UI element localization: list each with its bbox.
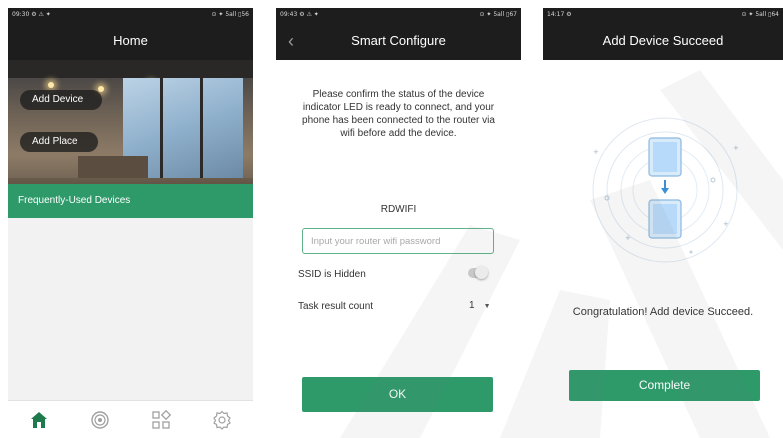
status-bar: 09:43 ⚙ ⚠ ✦ ⊙ ✦ 5all ▯67: [276, 8, 521, 22]
page-title: Add Device Succeed: [543, 22, 783, 60]
wifi-password-input[interactable]: [302, 228, 494, 254]
page-title-text: Smart Configure: [351, 33, 446, 48]
status-time: 14:17 ⚙: [547, 11, 572, 18]
status-bar: 09:30 ⚙ ⚠ ✦ ⊙ ✦ 5all ▯56: [8, 8, 253, 22]
smart-configure-screen: 09:43 ⚙ ⚠ ✦ ⊙ ✦ 5all ▯67 ‹ Smart Configu…: [276, 8, 521, 438]
home-icon: [30, 411, 47, 428]
tab-devices[interactable]: [146, 405, 176, 435]
ok-button[interactable]: OK: [302, 377, 493, 412]
ssid-hidden-toggle[interactable]: [468, 266, 488, 279]
status-icons: ⊙ ✦ 5all ▯67: [479, 11, 517, 18]
task-result-count-label: Task result count: [298, 301, 374, 312]
settings-icon: [213, 410, 232, 430]
grid-icon: [152, 409, 172, 429]
tab-settings[interactable]: [207, 405, 237, 435]
add-device-button[interactable]: Add Device: [20, 90, 102, 110]
status-icons: ⊙ ✦ 5all ▯56: [211, 11, 249, 18]
tab-home[interactable]: [24, 405, 54, 435]
bottom-tab-bar: [8, 400, 253, 438]
caret-down-icon: ▼: [483, 303, 491, 310]
add-device-succeed-screen: 14:17 ⚙ ⊙ ✦ 5all ▯64 Add Device Succeed …: [543, 8, 783, 438]
task-result-count-select[interactable]: 1 ▼: [469, 300, 491, 311]
svg-text:+: +: [733, 144, 739, 152]
svg-text:+: +: [723, 220, 729, 228]
status-bar: 14:17 ⚙ ⊙ ✦ 5all ▯64: [543, 8, 783, 22]
frequently-used-devices-header: Frequently-Used Devices: [8, 184, 253, 218]
status-time: 09:30 ⚙ ⚠ ✦: [12, 11, 51, 18]
add-place-button[interactable]: Add Place: [20, 132, 98, 152]
status-time: 09:43 ⚙ ⚠ ✦: [280, 11, 319, 18]
page-title: Home: [8, 22, 253, 60]
task-result-count-value: 1: [469, 300, 475, 311]
page-title: ‹ Smart Configure: [276, 22, 521, 60]
svg-text:+: +: [625, 234, 631, 242]
tab-scan[interactable]: [85, 405, 115, 435]
success-message: Congratulation! Add device Succeed.: [572, 306, 754, 318]
toggle-knob: [475, 266, 488, 279]
ssid-hidden-label: SSID is Hidden: [298, 269, 366, 280]
wifi-ssid-label: RDWIFI: [380, 204, 417, 215]
back-arrow-icon[interactable]: ‹: [288, 22, 294, 60]
complete-button[interactable]: Complete: [569, 370, 760, 401]
svg-text:+: +: [593, 148, 599, 156]
pairing-illustration: + + + +: [592, 117, 739, 263]
scan-icon: [91, 410, 109, 429]
home-screen: 09:30 ⚙ ⚠ ✦ ⊙ ✦ 5all ▯56 Home Add Device…: [8, 8, 253, 438]
instructions-text: Please confirm the status of the device …: [302, 89, 495, 139]
status-icons: ⊙ ✦ 5all ▯64: [741, 11, 779, 18]
